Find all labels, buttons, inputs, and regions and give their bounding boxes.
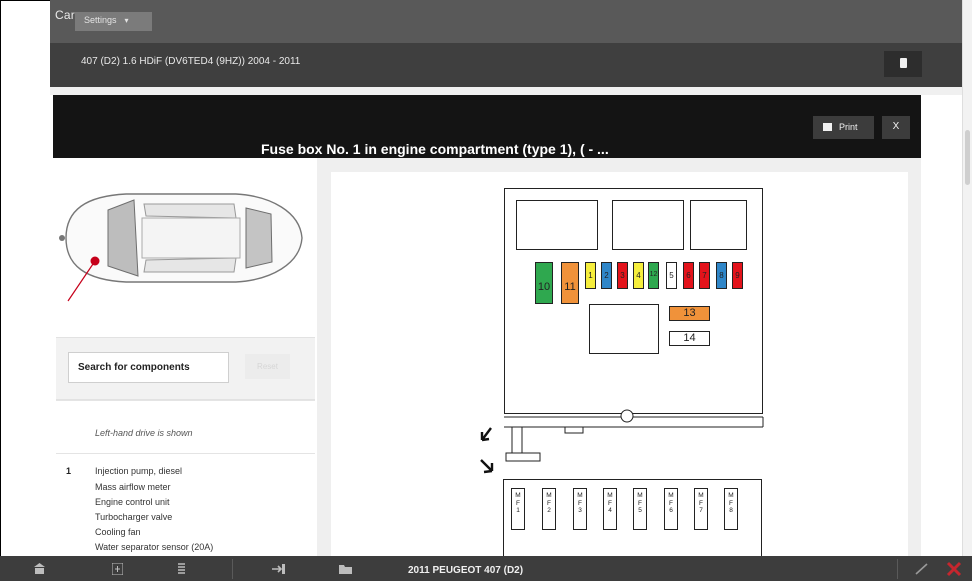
component-item[interactable]: Cooling fan [95,527,141,537]
fuse-4[interactable]: 4 [633,262,644,289]
print-label: Print [839,122,858,132]
maxi-fuse-5[interactable]: MF5 [633,488,647,530]
export-icon[interactable] [272,563,286,575]
divider [56,453,315,454]
fuse-13[interactable]: 13 [669,306,710,321]
fuse-3[interactable]: 3 [617,262,628,289]
toolbar-divider [232,559,233,579]
maxi-fuse-6[interactable]: MF6 [664,488,678,530]
close-app-icon[interactable] [944,559,964,579]
list-icon[interactable] [176,563,187,575]
document-icon [900,58,907,68]
printer-icon [823,123,832,131]
component-item[interactable]: Engine control unit [95,497,170,507]
divider [56,400,315,401]
page-scrollbar[interactable] [962,0,972,556]
component-item[interactable]: Water separator sensor (20A) [95,542,213,552]
home-icon[interactable] [34,563,45,575]
vehicle-title: 407 (D2) 1.6 HDiF (DV6TED4 (9HZ)) 2004 -… [81,56,301,67]
top-bar [50,0,962,43]
maxi-fuse-3[interactable]: MF3 [573,488,587,530]
fuse-7[interactable]: 7 [699,262,710,289]
maxi-fuse-4[interactable]: MF4 [603,488,617,530]
document-button[interactable] [884,51,922,77]
content-gap [50,87,962,95]
maxi-fuse-1[interactable]: MF1 [511,488,525,530]
fuse-14[interactable]: 14 [669,331,710,346]
close-button[interactable]: X [882,116,910,139]
folder-icon[interactable] [339,563,352,575]
component-pointer [67,260,96,302]
expand-icon[interactable] [112,563,123,575]
relay-slot [690,200,747,250]
maxi-fuse-2[interactable]: MF2 [542,488,556,530]
maxi-fuse-8[interactable]: MF8 [724,488,738,530]
chevron-down-icon: ▾ [124,16,129,25]
relay-slot [612,200,684,250]
fuse-9[interactable]: 9 [732,262,743,289]
relay-slot [589,304,659,354]
fuse-5[interactable]: 5 [666,262,677,289]
fuse-6[interactable]: 6 [683,262,694,289]
settings-dropdown[interactable]: Settings ▾ [75,12,152,31]
fuse-12[interactable]: 12 [648,262,659,289]
lhd-note: Left-hand drive is shown [95,428,193,438]
vehicle-label: 2011 PEUGEOT 407 (D2) [408,565,524,576]
component-item[interactable]: Injection pump, diesel [95,466,182,476]
pen-icon[interactable] [915,563,929,575]
settings-label: Settings [84,15,117,25]
print-button[interactable]: Print [813,116,874,139]
fuse-box-base [504,409,764,462]
arrow-icon [480,427,494,474]
fuse-1[interactable]: 1 [585,262,596,289]
fuse-2[interactable]: 2 [601,262,612,289]
scrollbar-thumb[interactable] [965,130,970,185]
fuse-8[interactable]: 8 [716,262,727,289]
component-item[interactable]: Turbocharger valve [95,512,172,522]
fuse-11[interactable]: 11 [561,262,579,304]
reset-button[interactable]: Reset [245,354,290,379]
relay-slot [516,200,598,250]
item-number: 1 [66,466,72,476]
search-input[interactable]: Search for components [68,352,229,383]
toolbar-divider [897,559,898,579]
modal-title: Fuse box No. 1 in engine compartment (ty… [261,141,609,157]
fuse-10[interactable]: 10 [535,262,553,304]
component-item[interactable]: Mass airflow meter [95,482,171,492]
maxi-fuse-7[interactable]: MF7 [694,488,708,530]
